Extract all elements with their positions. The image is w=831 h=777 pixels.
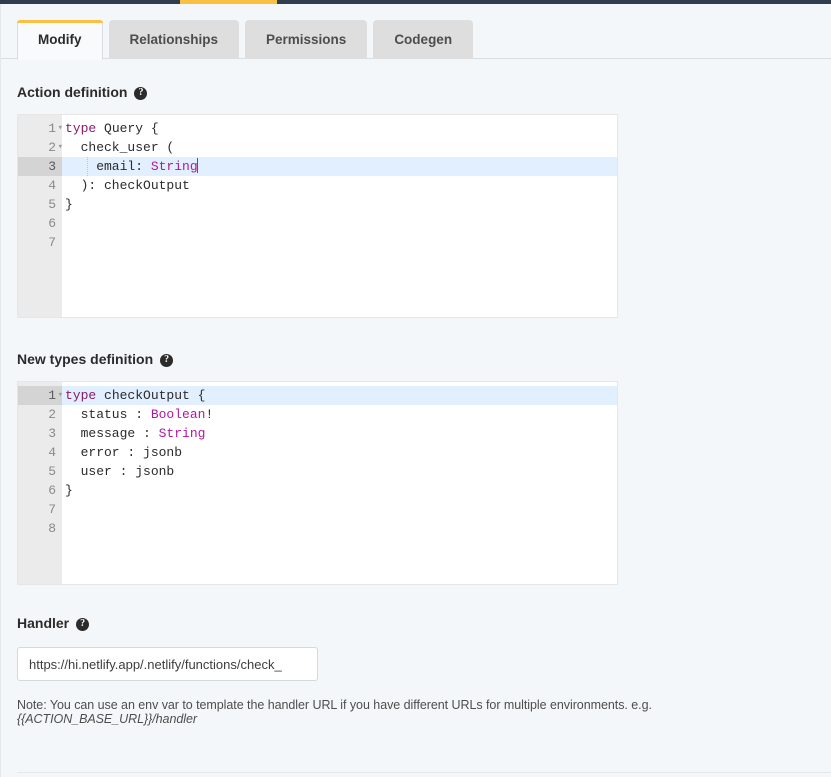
code-line: ): checkOutput xyxy=(62,176,617,195)
top-progress-indicator xyxy=(180,0,277,4)
tab-bar: Modify Relationships Permissions Codegen xyxy=(1,4,831,60)
code-line: user : jsonb xyxy=(62,462,617,481)
line-number: 6 xyxy=(48,216,56,231)
action-definition-title: Action definition xyxy=(17,84,128,100)
indent-guide xyxy=(87,157,88,176)
code-token: user : jsonb xyxy=(65,464,175,479)
code-token: status : xyxy=(65,407,151,422)
code-line: type checkOutput { xyxy=(62,386,617,405)
line-number: 5 xyxy=(48,464,56,479)
code-token: Boolean xyxy=(150,407,206,422)
code-token: error : jsonb xyxy=(65,445,183,460)
line-number: 3 xyxy=(18,157,62,176)
line-number: 1 ▾ xyxy=(48,121,63,136)
code-token: } xyxy=(65,483,73,498)
line-number: 6 xyxy=(48,483,56,498)
action-definition-editor[interactable]: 1 ▾ 2 ▾ 3 4 5 6 7 type Query { check_user ( emai… xyxy=(17,114,618,318)
handler-note: Note: You can use an env var to template… xyxy=(17,698,815,726)
handler-note-example: {{ACTION_BASE_URL}}/handler xyxy=(17,712,198,726)
code-line: message : String xyxy=(62,424,617,443)
tab-permissions[interactable]: Permissions xyxy=(245,20,368,59)
question-mark-circle-icon[interactable]: ? xyxy=(160,353,174,367)
code-token: Query { xyxy=(96,121,159,136)
code-token: type xyxy=(65,388,97,403)
action-definition-heading: Action definition ? xyxy=(17,84,815,100)
code-line: email: String xyxy=(62,157,617,176)
action-definition-code[interactable]: type Query { check_user ( email: String … xyxy=(62,115,617,317)
new-types-definition-code[interactable]: type checkOutput { status : Boolean! mes… xyxy=(62,382,617,584)
question-mark-circle-icon[interactable]: ? xyxy=(134,86,148,100)
tab-modify-label: Modify xyxy=(38,32,82,47)
line-number: 2 xyxy=(48,407,56,422)
tab-permissions-label: Permissions xyxy=(266,32,347,47)
code-token: message : xyxy=(65,426,159,441)
code-token: email: xyxy=(65,159,151,174)
top-accent-bar xyxy=(0,0,831,4)
line-number: 7 xyxy=(48,502,56,517)
bottom-divider xyxy=(17,772,831,773)
code-token: type xyxy=(65,121,97,136)
content-body: Action definition ? 1 ▾ 2 ▾ 3 4 5 6 7 type Query… xyxy=(1,84,831,726)
code-token: check_user ( xyxy=(65,140,175,155)
tab-codegen-label: Codegen xyxy=(394,32,453,47)
code-line: } xyxy=(62,481,617,500)
line-number: 4 xyxy=(48,445,56,460)
tab-relationships-label: Relationships xyxy=(129,32,219,47)
code-token: } xyxy=(65,197,73,212)
line-number: 8 xyxy=(48,521,56,536)
code-token: ): checkOutput xyxy=(65,178,190,193)
code-line: check_user ( xyxy=(62,138,617,157)
line-number: 3 xyxy=(48,426,56,441)
handler-note-text: Note: You can use an env var to template… xyxy=(17,698,652,712)
line-number: 5 xyxy=(48,197,56,212)
new-types-definition-gutter: 1 ▾ 2 3 4 5 6 7 8 xyxy=(18,382,63,584)
new-types-definition-title: New types definition xyxy=(17,351,154,367)
code-line: status : Boolean! xyxy=(62,405,617,424)
line-number: 1 ▾ xyxy=(18,386,63,405)
text-cursor xyxy=(196,158,198,173)
action-definition-gutter: 1 ▾ 2 ▾ 3 4 5 6 7 xyxy=(18,115,63,317)
new-types-definition-heading: New types definition ? xyxy=(17,351,815,367)
new-types-definition-editor[interactable]: 1 ▾ 2 3 4 5 6 7 8 type checkOutput { status : Bo… xyxy=(17,381,618,585)
line-number: 4 xyxy=(48,178,56,193)
tab-relationships[interactable]: Relationships xyxy=(108,20,240,59)
code-line: type Query { xyxy=(62,119,617,138)
tab-modify[interactable]: Modify xyxy=(17,20,103,60)
code-line: error : jsonb xyxy=(62,443,617,462)
code-token: checkOutput { xyxy=(96,388,206,403)
handler-url-input[interactable] xyxy=(17,647,318,681)
code-token: ! xyxy=(205,407,214,422)
code-token: String xyxy=(158,426,206,441)
handler-title: Handler xyxy=(17,615,70,631)
question-mark-circle-icon[interactable]: ? xyxy=(76,617,90,631)
code-token: String xyxy=(150,159,198,174)
page-container: Modify Relationships Permissions Codegen… xyxy=(0,4,831,777)
line-number: 7 xyxy=(48,235,56,250)
code-line: } xyxy=(62,195,617,214)
tab-codegen[interactable]: Codegen xyxy=(373,20,474,59)
handler-heading: Handler ? xyxy=(17,615,815,631)
line-number: 2 ▾ xyxy=(48,140,63,155)
